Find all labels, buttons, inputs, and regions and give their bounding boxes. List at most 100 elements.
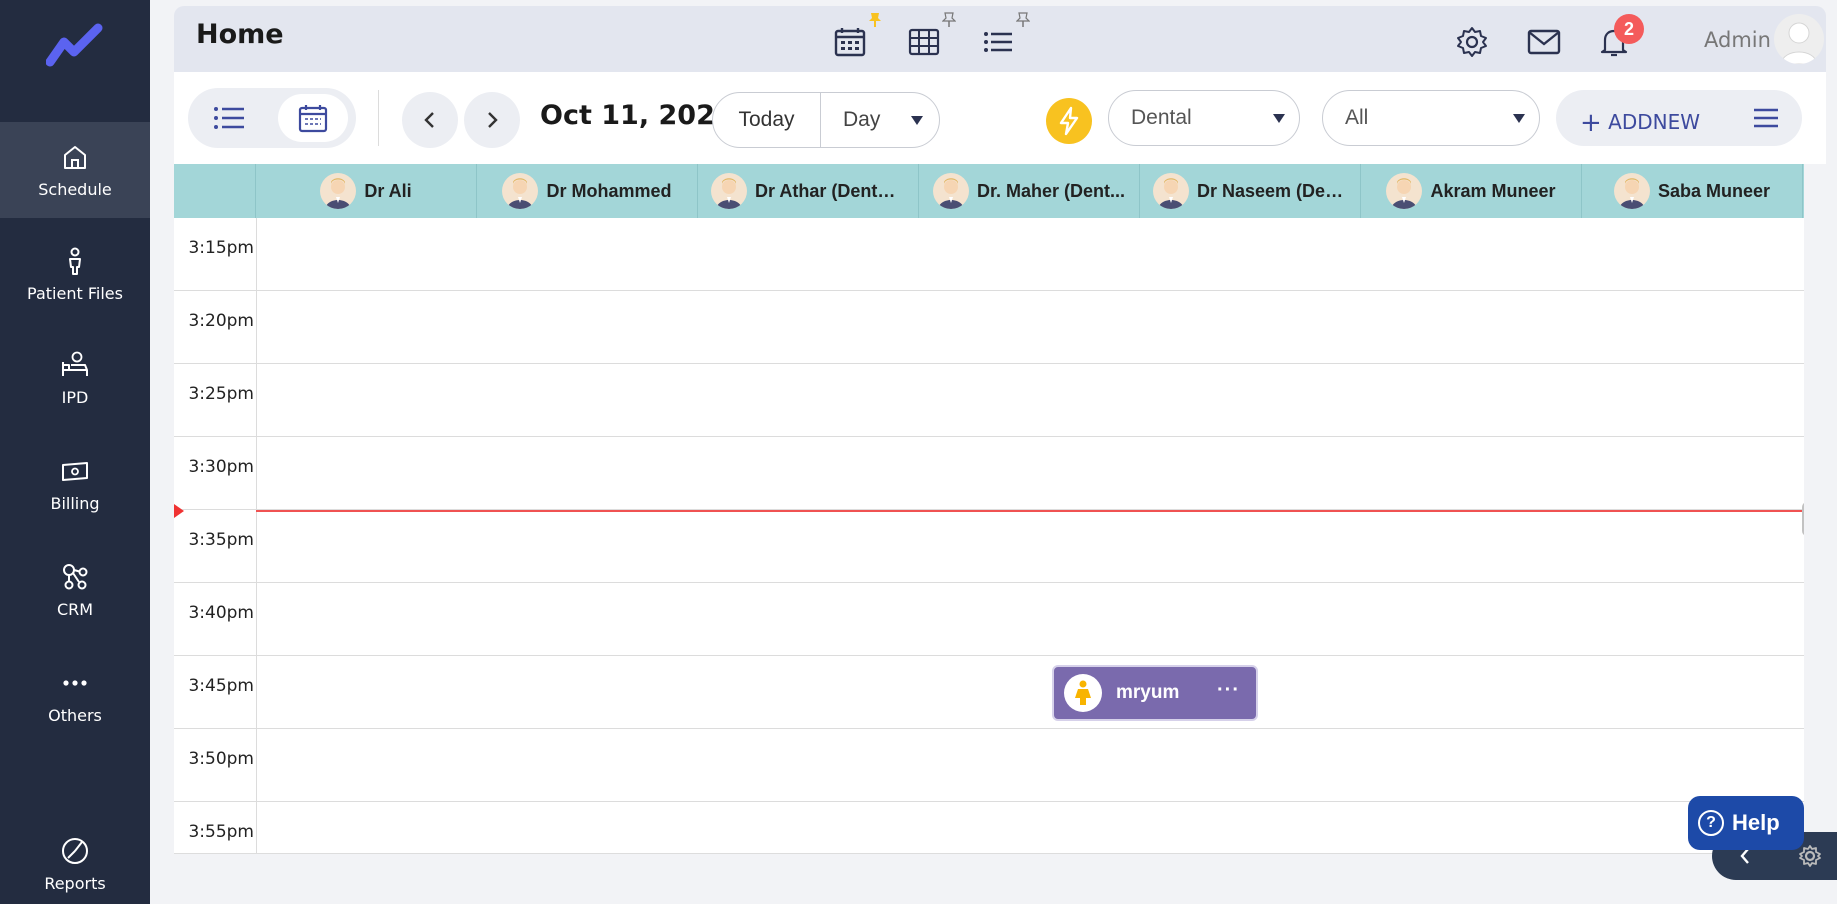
sidebar-item-label: Reports [44,873,106,893]
avatar[interactable] [1774,14,1824,64]
more-options-icon[interactable]: ··· [1217,679,1240,702]
doctor-avatar-icon [1613,173,1650,209]
chevron-down-icon [911,116,923,125]
time-slot-row[interactable]: 3:20pm [174,291,1804,364]
calendar-mode-button[interactable] [278,94,348,142]
time-slot-row[interactable]: 3:30pm [174,437,1804,510]
sidebar-item-label: Patient Files [27,283,123,303]
pin-icon[interactable] [1016,12,1030,28]
prev-date-button[interactable] [402,92,458,148]
chevron-down-icon [1513,114,1525,123]
next-date-button[interactable] [464,92,520,148]
time-label: 3:40pm [188,603,254,623]
doctor-name: Dr Ali [364,180,412,201]
doctor-column-header[interactable]: Dr Mohammed [477,164,698,218]
appointment-event[interactable]: mryum ··· [1052,665,1258,721]
time-label: 3:15pm [188,238,254,258]
time-label: 3:25pm [188,384,254,404]
menu-icon[interactable] [1752,106,1780,130]
user-name[interactable]: Admin [1704,28,1771,52]
sidebar-item-billing[interactable]: Billing [0,436,150,532]
pin-icon[interactable] [942,12,956,28]
add-new-button[interactable]: + ADDNEW [1556,90,1802,146]
view-select-value: Day [843,108,881,131]
sidebar-item-reports[interactable]: Reports [0,816,150,904]
filter-select[interactable]: All [1322,90,1540,146]
sidebar-item-label: Billing [50,493,100,513]
chevron-left-icon [424,112,434,128]
view-toggle [188,88,356,148]
sidebar-item-patient-files[interactable]: Patient Files [0,226,150,322]
sidebar-item-schedule[interactable]: Schedule [0,122,150,218]
doctor-column-header[interactable]: Akram Muneer [1361,164,1582,218]
sidebar-item-others[interactable]: Others [0,648,150,744]
doctor-column-header[interactable]: Saba Muneer [1582,164,1803,218]
time-slot-row[interactable]: 3:15pm [174,218,1804,291]
quick-action-button[interactable] [1046,98,1092,144]
view-select[interactable]: Day [821,93,939,147]
list-view-icon[interactable] [980,24,1016,60]
sidebar-item-label: Schedule [38,179,112,199]
doctor-column-header[interactable]: Dr Ali [256,164,477,218]
doctor-avatar-icon [711,173,747,209]
mail-icon[interactable] [1526,24,1562,60]
network-icon [63,563,88,589]
divider [378,90,379,146]
person-icon [69,247,81,275]
help-button[interactable]: ? Help [1688,796,1804,850]
appointment-patient-name: mryum [1116,682,1180,703]
sidebar-item-crm[interactable]: CRM [0,542,150,638]
calendar-view-icon[interactable] [832,24,868,60]
current-time-line [256,510,1804,512]
department-select[interactable]: Dental [1108,90,1300,146]
time-slot-row[interactable]: 3:55pm [174,802,1804,853]
help-icon: ? [1698,810,1724,836]
top-header: Home 2 Admin [174,6,1826,72]
doctor-name: Dr Naseem (Den... [1197,180,1347,201]
ellipsis-icon [63,679,87,686]
scrollbar-thumb[interactable] [1802,502,1804,536]
doctor-name: Saba Muneer [1657,180,1771,201]
doctor-header-row: Dr Ali Dr Mohammed Dr Athar (Dental... Dr. … [174,164,1804,218]
time-gutter-divider [256,218,257,853]
pie-chart-icon [62,837,88,864]
sidebar-item-ipd[interactable]: IPD [0,330,150,426]
date-range-control: Today Day [712,92,940,148]
doctor-column-header[interactable]: Dr Athar (Dental... [698,164,919,218]
gear-icon[interactable] [1454,24,1490,60]
time-slot-row[interactable]: 3:35pm [174,510,1804,583]
user-avatar-icon [1780,22,1818,64]
help-label: Help [1732,810,1780,835]
page-title: Home [196,19,284,50]
app-root: Schedule Patient Files IPD Billing CRM O… [0,0,1837,904]
main-content: Home 2 Admin Oct 11, 2023 Today Day Dent… [150,0,1837,904]
doctor-name: Dr Athar (Dental... [755,180,905,201]
time-slot-row[interactable]: 3:45pm [174,656,1804,729]
doctor-column-header[interactable]: Dr. Maher (Dent... [919,164,1140,218]
gear-icon [1799,845,1821,867]
sidebar: Schedule Patient Files IPD Billing CRM O… [0,0,150,904]
doctor-name: Dr. Maher (Dent... [976,180,1126,201]
sidebar-item-label: Others [48,705,102,725]
today-button[interactable]: Today [713,93,821,147]
time-label: 3:50pm [188,749,254,769]
current-time-marker [174,504,184,518]
time-slot-row[interactable]: 3:40pm [174,583,1804,656]
doctor-avatar-icon [1386,173,1423,209]
chevron-down-icon [1273,114,1285,123]
time-slot-row[interactable]: 3:25pm [174,364,1804,437]
grid-view-icon[interactable] [906,24,942,60]
doctor-name: Dr Mohammed [546,180,672,201]
pin-active-icon[interactable] [868,12,882,28]
doctor-column-header[interactable]: Dr Naseem (Den... [1140,164,1361,218]
filter-select-value: All [1345,106,1369,129]
notification-badge: 2 [1614,14,1644,44]
home-icon [64,145,86,169]
time-slot-row[interactable]: 3:50pm [174,729,1804,802]
calendar-grid: Dr Ali Dr Mohammed Dr Athar (Dental... Dr. … [174,164,1804,854]
sidebar-item-label: IPD [61,387,89,407]
chevron-right-icon [488,112,498,128]
list-mode-button[interactable] [194,94,264,142]
logo-icon[interactable] [46,22,104,68]
plus-icon: + [1580,108,1602,138]
